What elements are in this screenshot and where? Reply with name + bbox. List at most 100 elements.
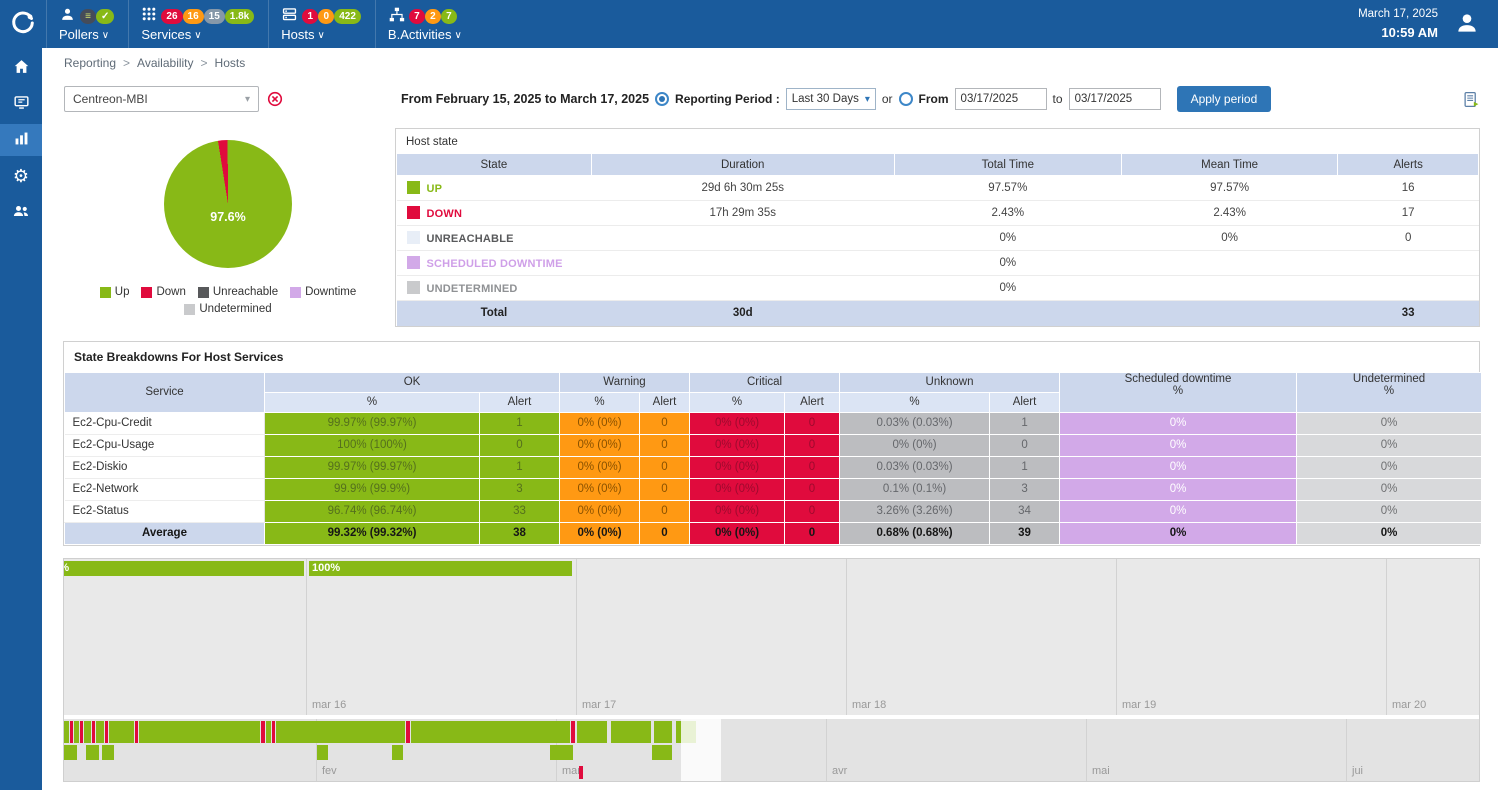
col-ok-alert: Alert [480, 392, 560, 412]
period-select-value: Last 30 Days [792, 93, 859, 105]
ok-alert-cell: 1 [480, 456, 560, 478]
col-state: State [397, 154, 592, 176]
reporting-period-radio[interactable] [655, 92, 669, 106]
chevron-down-icon: ▾ [865, 94, 870, 105]
day-axis-label: mar 16 [312, 699, 346, 711]
breadcrumb: Reporting > Availability > Hosts [42, 48, 1498, 78]
apply-period-button[interactable]: Apply period [1177, 86, 1272, 112]
critical-alert-cell: 0 [785, 434, 840, 456]
mini-status-segment [70, 721, 73, 743]
host-state-tbody: UP29d 6h 30m 25s97.57%97.57%16DOWN17h 29… [397, 176, 1479, 326]
timeline-selection-window[interactable] [681, 719, 721, 781]
from-date-input[interactable] [955, 88, 1047, 110]
col-unknown-pct: % [840, 392, 990, 412]
host-state-header-row: State Duration Total Time Mean Time Aler… [397, 154, 1479, 176]
hosts-badge: 0 [318, 9, 334, 24]
timeline-main[interactable]: mar 16mar 17mar 18mar 19mar 20100%100% [64, 559, 1479, 715]
sidebar-item-home[interactable] [0, 52, 42, 84]
clear-selection-icon[interactable] [267, 91, 283, 107]
users-icon [11, 201, 31, 224]
timeline-mini[interactable]: fevmaravrmaijui [64, 716, 1479, 781]
host-state-title: Host state [396, 129, 1479, 153]
hosts-badge: 1 [302, 9, 318, 24]
critical-alert-cell: 0 [785, 522, 840, 544]
mini-status-segment [109, 721, 134, 743]
menu-bactivities-label: B.Activities∨ [388, 27, 462, 42]
critical-pct-cell: 0% (0%) [690, 434, 785, 456]
services-status-badges: 2616151.8k [161, 8, 254, 24]
critical-alert-cell: 0 [785, 478, 840, 500]
service-name: Ec2-Network [65, 478, 265, 500]
business-activities-icon [388, 6, 405, 26]
breadcrumb-availability[interactable]: Availability [137, 56, 193, 70]
period-select[interactable]: Last 30 Days ▾ [786, 88, 876, 110]
warning-pct-cell: 0% (0%) [560, 522, 640, 544]
col-critical-pct: % [690, 392, 785, 412]
centreon-logo[interactable] [0, 0, 46, 48]
ok-pct-cell: 99.32% (99.32%) [265, 522, 480, 544]
alerts-cell: 0 [1338, 226, 1479, 251]
ok-alert-cell: 33 [480, 500, 560, 522]
breakdown-group-header-row: Service OK Warning Critical Unknown Sche… [65, 372, 1482, 392]
unknown-alert-cell: 3 [990, 478, 1060, 500]
warning-alert-cell: 0 [640, 500, 690, 522]
state-label: UP [427, 183, 443, 195]
menu-pollers[interactable]: ≡✓ Pollers∨ [46, 0, 128, 48]
host-select[interactable]: Centreon-MBI ▾ [64, 86, 259, 112]
menu-services[interactable]: 2616151.8k Services∨ [128, 0, 268, 48]
user-menu[interactable] [1454, 10, 1480, 39]
host-select-value: Centreon-MBI [73, 92, 245, 106]
host-state-row: UNDETERMINED0% [397, 276, 1479, 301]
day-gridline [576, 559, 577, 715]
centreon-logo-icon [10, 10, 36, 39]
mini-status-segment [74, 721, 79, 743]
hosts-badge: 422 [334, 9, 361, 24]
host-state-table: State Duration Total Time Mean Time Aler… [396, 153, 1479, 326]
pie-legend-row2: Undetermined [100, 301, 356, 318]
bactivities-badge: 7 [441, 9, 457, 24]
col-ok: OK [265, 372, 560, 392]
ok-pct-cell: 99.97% (99.97%) [265, 456, 480, 478]
ok-pct-cell: 96.74% (96.74%) [265, 500, 480, 522]
export-report-icon[interactable] [1463, 91, 1480, 108]
top-bar: ≡✓ Pollers∨ 2616151.8k Services∨ 10422 H… [0, 0, 1498, 48]
breadcrumb-separator: > [123, 56, 130, 70]
mini-status-segment [135, 721, 138, 743]
unknown-alert-cell: 0 [990, 434, 1060, 456]
mini-status-segment-row2 [102, 745, 114, 760]
scheduled-downtime-pct-cell: 0% [1060, 522, 1297, 544]
legend-item-unreachable: Unreachable [198, 284, 278, 301]
col-unknown-alert: Alert [990, 392, 1060, 412]
service-breakdown-panel: State Breakdowns For Host Services Servi… [63, 341, 1480, 546]
legend-swatch [290, 287, 301, 298]
host-state-panel: Host state State Duration Total Time Mea… [395, 128, 1480, 327]
mini-status-segment [266, 721, 271, 743]
to-date-input[interactable] [1069, 88, 1161, 110]
sidebar-item-configuration[interactable]: ⚙ [0, 160, 42, 192]
mini-status-segment [654, 721, 672, 743]
from-label: From [919, 92, 949, 106]
service-name: Average [65, 522, 265, 544]
legend-swatch [198, 287, 209, 298]
month-gridline [826, 719, 827, 781]
breakdown-row: Ec2-Cpu-Credit99.97% (99.97%)10% (0%)00%… [65, 412, 1482, 434]
sidebar-item-reporting[interactable] [0, 124, 42, 156]
sidebar-item-monitoring[interactable] [0, 88, 42, 120]
menu-hosts[interactable]: 10422 Hosts∨ [268, 0, 375, 48]
alerts-cell [1338, 251, 1479, 276]
custom-period-radio[interactable] [899, 92, 913, 106]
monitoring-console-icon [12, 93, 31, 115]
menu-bactivities[interactable]: 727 B.Activities∨ [375, 0, 476, 48]
breadcrumb-hosts[interactable]: Hosts [215, 56, 246, 70]
legend-item-undetermined: Undetermined [184, 301, 271, 318]
hosts-status-badges: 10422 [302, 8, 361, 24]
pie-legend: UpDownUnreachableDowntime Undetermined [100, 284, 356, 318]
critical-pct-cell: 0% (0%) [690, 522, 785, 544]
total-alerts: 33 [1338, 301, 1479, 326]
ok-alert-cell: 3 [480, 478, 560, 500]
sidebar-item-administration[interactable] [0, 196, 42, 228]
breadcrumb-reporting[interactable]: Reporting [64, 56, 116, 70]
hosts-stack-icon [281, 6, 298, 26]
menu-hosts-label: Hosts∨ [281, 27, 361, 42]
services-badge: 26 [161, 9, 182, 24]
